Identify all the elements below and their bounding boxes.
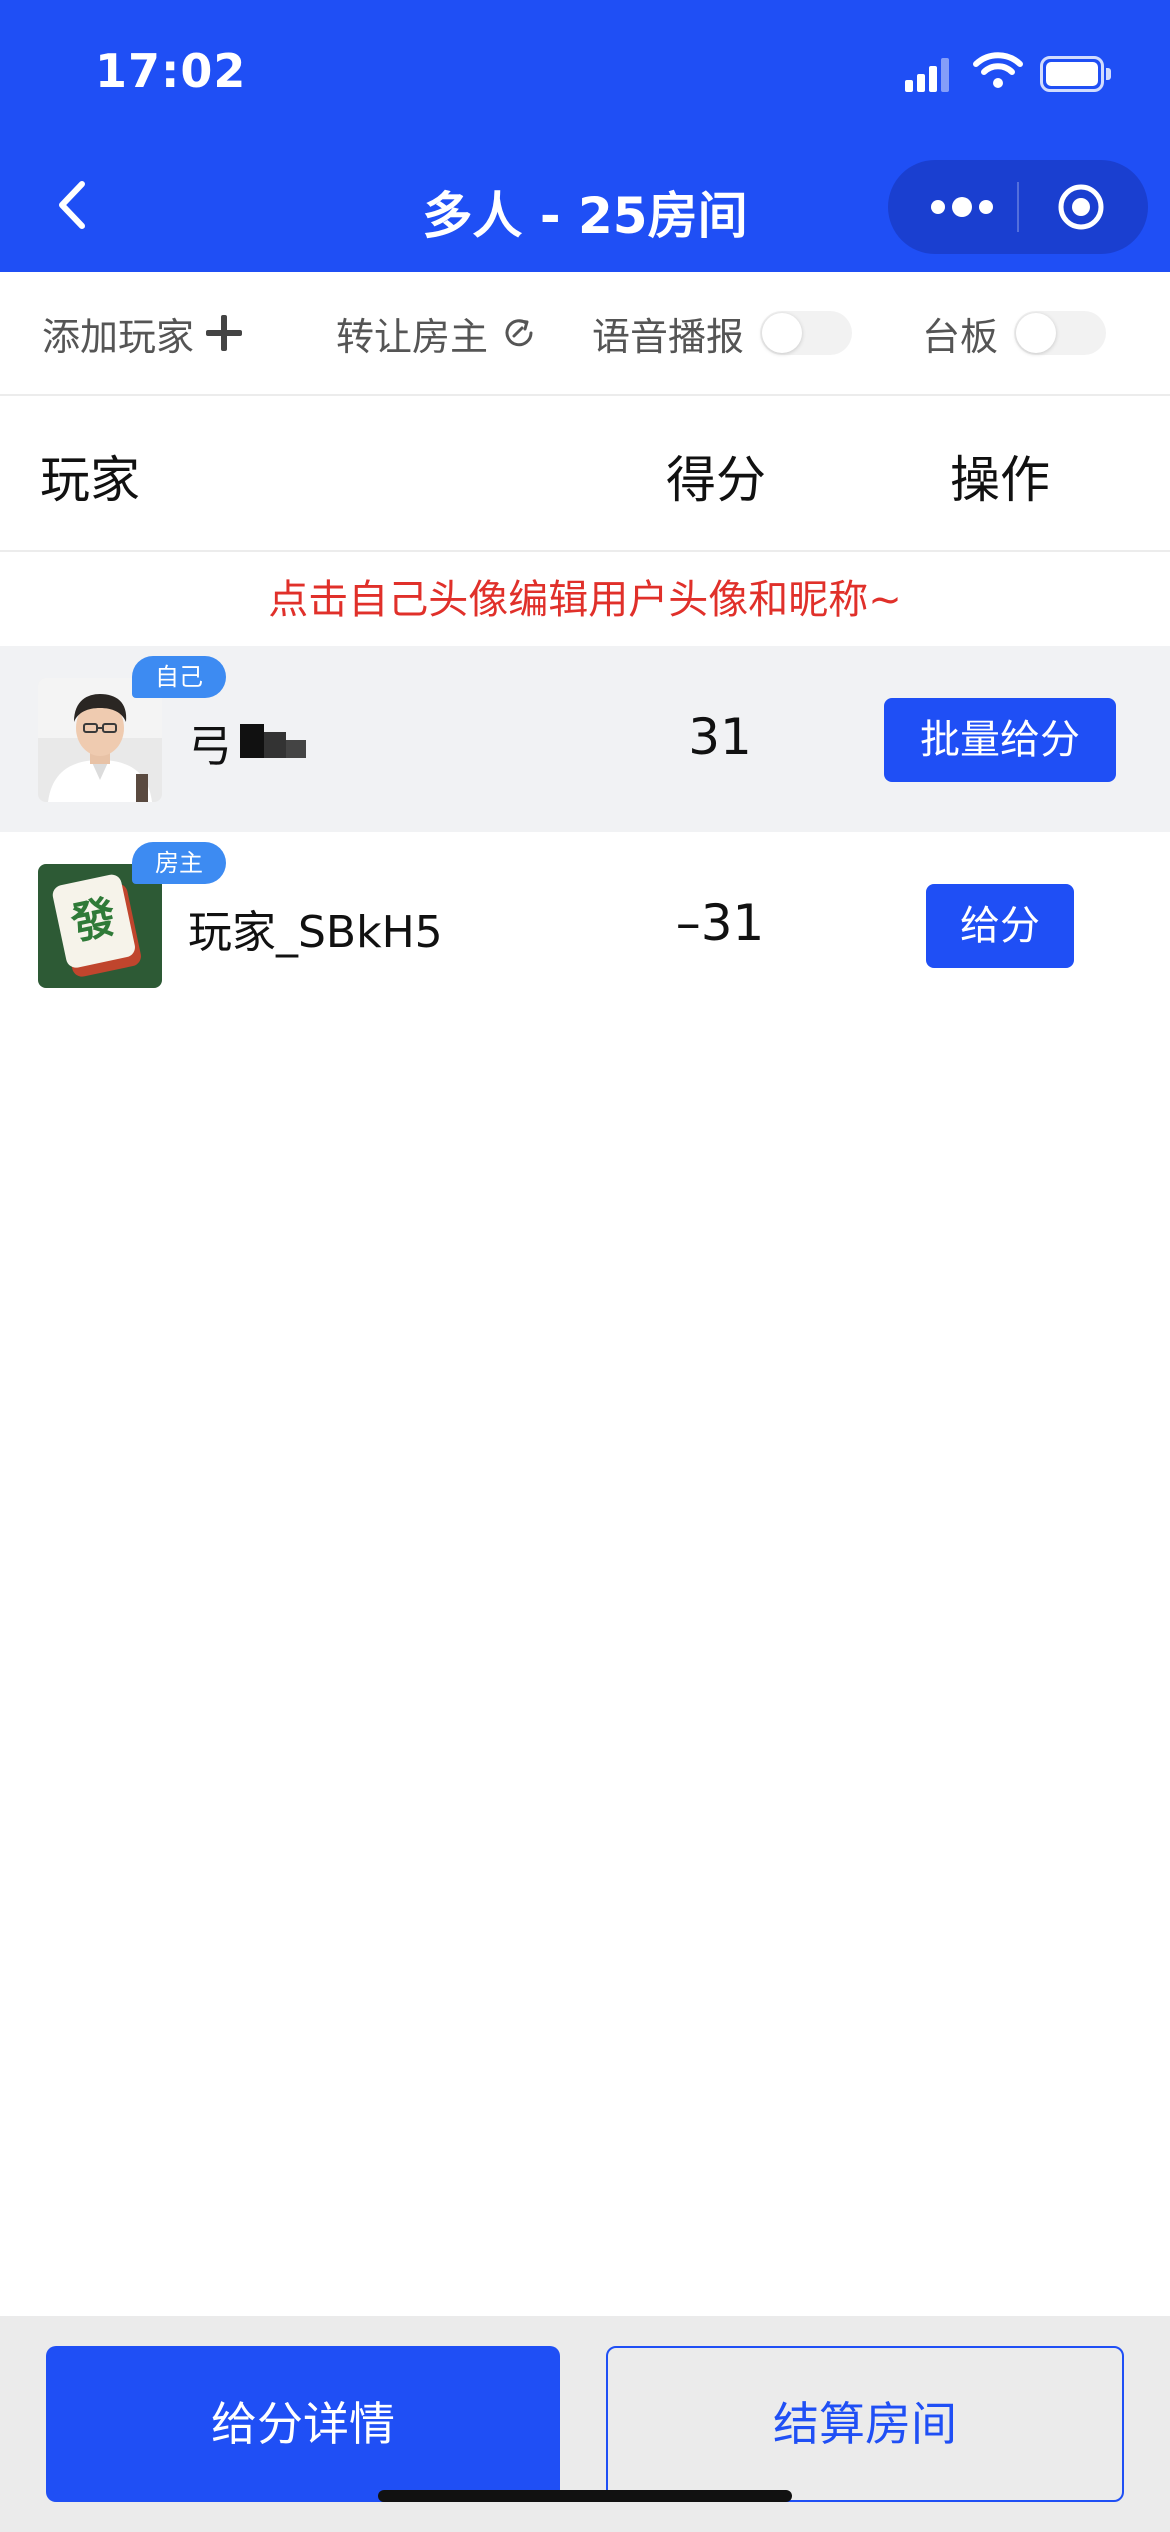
add-player-button[interactable]: 添加玩家 <box>42 308 243 359</box>
add-player-label: 添加玩家 <box>42 314 195 359</box>
table-board-setting: 台板 <box>922 308 1107 359</box>
player-row-self: 自己 弓 31 批量给分 <box>0 646 1170 832</box>
miniprogram-capsule <box>888 160 1148 254</box>
player-row-owner: 發 房主 玩家_SBkH5 –31 给分 <box>0 832 1170 1018</box>
status-time: 17:02 <box>95 44 247 98</box>
self-player-name[interactable]: 弓 <box>188 710 306 774</box>
name-mosaic-block <box>240 724 264 758</box>
self-score: 31 <box>688 708 752 766</box>
edit-avatar-hint: 点击自己头像编辑用户头像和昵称~ <box>268 577 902 623</box>
home-indicator[interactable] <box>378 2490 792 2502</box>
battery-icon <box>1040 56 1112 92</box>
transfer-owner-button[interactable]: 转让房主 <box>336 308 538 359</box>
name-mosaic-block <box>264 732 286 758</box>
nav-header: 17:02 多人 - 25房间 <box>0 0 1170 272</box>
voice-broadcast-setting: 语音播报 <box>592 308 853 359</box>
settle-room-button[interactable]: 结算房间 <box>606 2346 1124 2502</box>
transfer-refresh-icon <box>505 319 533 347</box>
table-board-label: 台板 <box>922 314 999 359</box>
name-mosaic-block <box>286 740 306 758</box>
plus-icon <box>206 315 243 351</box>
more-dots-icon[interactable] <box>922 184 1002 230</box>
close-target-icon[interactable] <box>1056 182 1106 232</box>
wifi-icon <box>973 52 1023 88</box>
owner-tag-badge: 房主 <box>132 842 226 884</box>
table-header: 玩家 得分 操作 <box>0 396 1170 552</box>
owner-player-name: 玩家_SBkH5 <box>188 907 443 958</box>
column-score: 得分 <box>666 451 766 509</box>
voice-broadcast-toggle[interactable] <box>760 311 853 355</box>
transfer-owner-label: 转让房主 <box>336 314 489 359</box>
give-score-button[interactable]: 给分 <box>926 884 1074 968</box>
score-details-button[interactable]: 给分详情 <box>46 2346 560 2502</box>
table-board-toggle[interactable] <box>1014 311 1107 355</box>
batch-give-score-button[interactable]: 批量给分 <box>884 698 1116 782</box>
self-player-name-text: 弓 <box>188 721 232 772</box>
voice-broadcast-label: 语音播报 <box>592 314 745 359</box>
owner-score: –31 <box>675 894 765 952</box>
column-action: 操作 <box>950 451 1050 509</box>
room-toolbar: 添加玩家 转让房主 语音播报 台板 <box>0 272 1170 396</box>
column-player: 玩家 <box>40 451 140 509</box>
cellular-signal-icon <box>905 58 949 92</box>
self-tag-badge: 自己 <box>132 656 226 698</box>
